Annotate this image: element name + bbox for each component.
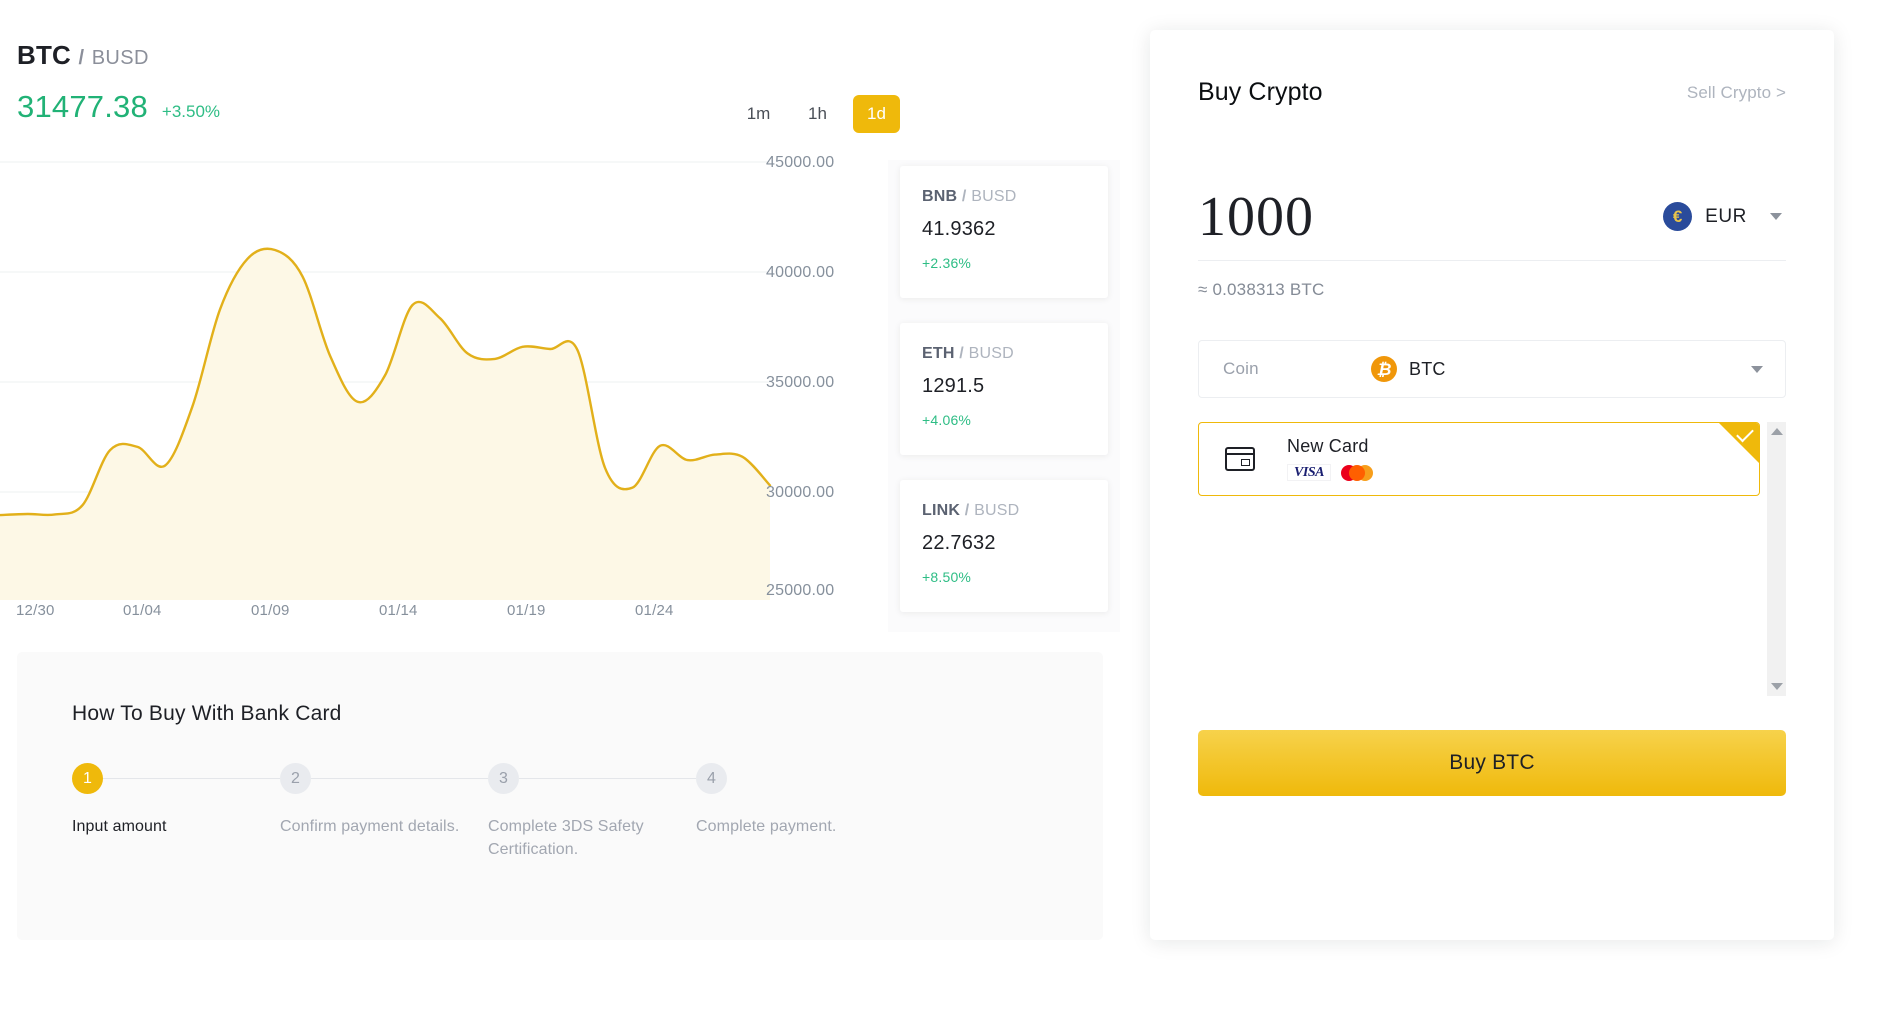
ticker-change: +4.06% (922, 412, 972, 428)
chevron-down-icon (1751, 365, 1763, 373)
ticker-price: 1291.5 (922, 375, 985, 397)
buy-crypto-title: Buy Crypto (1198, 78, 1323, 106)
pair-separator: / (78, 47, 85, 69)
step-label-4: Complete payment. (696, 818, 837, 835)
x-tick-5: 01/19 (507, 602, 546, 619)
ticker-separator: / (959, 345, 964, 362)
payment-method-new-card[interactable]: New Card VISA (1198, 422, 1760, 496)
step-dot-1: 1 (72, 763, 103, 794)
chevron-down-icon (1770, 213, 1782, 220)
scroll-up-icon[interactable] (1770, 428, 1783, 435)
buy-panel-header: Buy Crypto Sell Crypto > (1198, 78, 1786, 107)
step-connector-2 (311, 778, 488, 779)
step-connector-3 (519, 778, 696, 779)
market-ticker-card-bnb[interactable]: BNB / BUSD 41.9362 +2.36% (900, 166, 1108, 298)
price-change-percent: +3.50% (161, 102, 221, 121)
y-tick-45000: 45000.00 (766, 154, 835, 171)
steps-rail: 1 2 3 4 Input amount Confirm payment det… (72, 763, 1072, 858)
y-tick-30000: 30000.00 (766, 484, 835, 501)
chart-y-axis: 45000.00 40000.00 35000.00 30000.00 2500… (766, 154, 896, 600)
amount-row: € EUR (1198, 173, 1786, 261)
x-tick-1: 12/30 (16, 602, 55, 619)
visa-icon: VISA (1287, 464, 1331, 481)
how-to-buy-steps: 1 2 3 4 Input amount Confirm payment det… (72, 763, 1072, 858)
timeframe-1m[interactable]: 1m (735, 95, 782, 133)
coin-selector-value: BTC (1409, 358, 1446, 379)
y-tick-40000: 40000.00 (766, 264, 835, 281)
step-dot-4: 4 (696, 763, 727, 794)
payment-method-area: New Card VISA (1198, 422, 1786, 696)
ticker-pair: LINK / BUSD (922, 502, 1086, 520)
market-column: BTC / BUSD 31477.38 +3.50% 1m 1h 1d 4500… (0, 0, 1120, 1035)
market-ticker-card-link[interactable]: LINK / BUSD 22.7632 +8.50% (900, 480, 1108, 612)
step-dot-3: 3 (488, 763, 519, 794)
currency-selector[interactable]: € EUR (1663, 202, 1786, 231)
buy-crypto-panel: Buy Crypto Sell Crypto > € EUR ≈ 0.03831… (1150, 30, 1834, 940)
pair-base-symbol: BTC (17, 40, 72, 70)
price-row: 31477.38 +3.50% (17, 89, 220, 125)
x-tick-6: 01/24 (635, 602, 674, 619)
y-tick-25000: 25000.00 (766, 582, 835, 599)
how-to-buy-card: How To Buy With Bank Card 1 2 3 4 Input … (17, 652, 1103, 940)
buy-crypto-page: BTC / BUSD 31477.38 +3.50% 1m 1h 1d 4500… (0, 0, 1892, 1035)
price-chart[interactable] (0, 160, 900, 620)
ticker-change: +2.36% (922, 255, 972, 271)
step-connector-1 (103, 778, 280, 779)
step-label-3: Complete 3DS Safety Certification. (488, 818, 644, 858)
market-ticker-list: BNB / BUSD 41.9362 +2.36% ETH / BUSD 129… (888, 160, 1120, 632)
trading-pair: BTC / BUSD (17, 40, 220, 73)
bitcoin-icon: ₿ (1371, 356, 1397, 382)
ticker-symbol: ETH (922, 345, 955, 362)
ticker-header: BTC / BUSD 31477.38 +3.50% (17, 40, 220, 125)
amount-input[interactable] (1198, 186, 1598, 247)
ticker-price: 22.7632 (922, 532, 996, 554)
mastercard-icon (1338, 462, 1376, 483)
payment-card-logos: VISA (1287, 462, 1376, 483)
step-label-1: Input amount (72, 818, 167, 835)
ticker-quote: BUSD (971, 188, 1017, 205)
ticker-symbol: BNB (922, 188, 958, 205)
price-chart-svg (0, 161, 772, 600)
euro-icon: € (1663, 202, 1693, 231)
step-dot-2: 2 (280, 763, 311, 794)
pair-quote-symbol: BUSD (91, 47, 149, 69)
x-tick-2: 01/04 (123, 602, 162, 619)
ticker-separator: / (961, 188, 967, 205)
ticker-separator: / (964, 502, 970, 519)
x-tick-3: 01/09 (251, 602, 290, 619)
coin-selector-label: Coin (1223, 359, 1259, 378)
timeframe-1h[interactable]: 1h (794, 95, 841, 133)
step-label-2: Confirm payment details. (280, 818, 460, 835)
x-tick-4: 01/14 (379, 602, 418, 619)
credit-card-icon (1225, 447, 1255, 471)
payment-method-name: New Card (1287, 435, 1369, 456)
coin-selector[interactable]: Coin ₿ BTC (1198, 340, 1786, 398)
timeframe-1d[interactable]: 1d (853, 95, 900, 133)
timeframe-switcher: 1m 1h 1d (735, 95, 900, 133)
estimated-crypto-amount: ≈ 0.038313 BTC (1198, 280, 1325, 299)
market-ticker-card-eth[interactable]: ETH / BUSD 1291.5 +4.06% (900, 323, 1108, 455)
chart-x-axis: 12/30 01/04 01/09 01/14 01/19 01/24 (0, 602, 780, 628)
how-to-buy-title: How To Buy With Bank Card (72, 702, 342, 725)
sell-crypto-link[interactable]: Sell Crypto > (1687, 83, 1786, 103)
y-tick-35000: 35000.00 (766, 374, 835, 391)
chart-area-fill (0, 248, 770, 600)
ticker-change: +8.50% (922, 569, 972, 585)
scroll-down-icon[interactable] (1770, 683, 1783, 690)
ticker-quote: BUSD (974, 502, 1020, 519)
buy-btc-button[interactable]: Buy BTC (1198, 730, 1786, 796)
ticker-symbol: LINK (922, 502, 961, 519)
payment-list-scrollbar[interactable] (1767, 422, 1786, 696)
selected-corner-flag (1719, 423, 1759, 463)
ticker-price: 41.9362 (922, 218, 996, 240)
ticker-pair: BNB / BUSD (922, 188, 1086, 206)
payment-method-info: New Card VISA (1287, 436, 1376, 483)
currency-code: EUR (1705, 205, 1747, 227)
last-price: 31477.38 (17, 89, 148, 124)
ticker-quote: BUSD (968, 345, 1014, 362)
ticker-pair: ETH / BUSD (922, 345, 1086, 363)
